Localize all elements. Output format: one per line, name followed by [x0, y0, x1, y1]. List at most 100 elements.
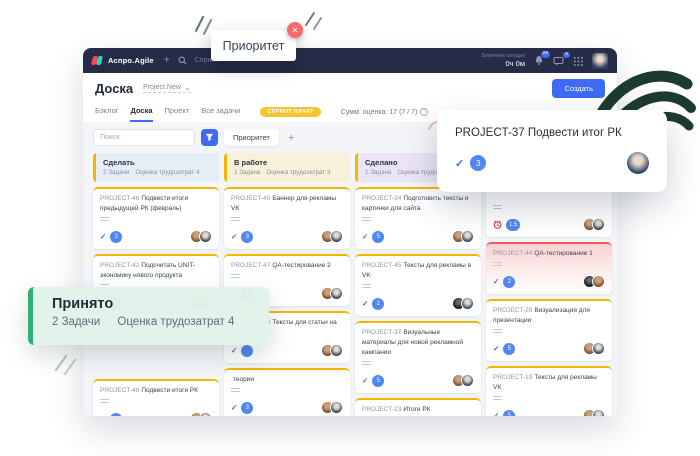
estimate-badge: 1.5 [506, 219, 520, 231]
app-logo[interactable]: Аспро.Agile [92, 55, 154, 66]
tab-backlog[interactable]: Бэклог [95, 106, 118, 122]
check-icon: ✓ [362, 232, 368, 241]
avatar [592, 275, 605, 288]
check-icon: ✓ [231, 403, 237, 412]
sprint-status-badge: СПРИНТ НАЧАТ [260, 107, 320, 117]
task-card[interactable]: PROJECT-23Итоги РК ✓ 5 [355, 398, 481, 416]
task-card[interactable]: теории ✓ 3 [224, 368, 350, 416]
top-navbar: Аспро.Agile + Спринт Затрачено сегодня 0… [83, 48, 617, 73]
check-icon: ✓ [362, 376, 368, 385]
description-icon [493, 329, 502, 334]
task-id: PROJECT-48 [100, 387, 139, 394]
avatar [330, 401, 343, 414]
task-id: PROJECT-23 [362, 406, 401, 413]
task-card[interactable]: PROJECT-19Тексты для рекламы VK ✓ 5 [486, 366, 612, 416]
estimate-badge: 5 [372, 231, 384, 243]
filter-button[interactable] [201, 129, 218, 146]
task-card-highlighted[interactable]: PROJECT-44QA-тестирование 1 ✓ 2 [486, 242, 612, 294]
description-icon [231, 274, 240, 279]
project-select-value: Project.New [143, 84, 181, 91]
funnel-icon [205, 133, 214, 142]
task-title: QA-тестирование 1 [534, 250, 592, 257]
accepted-title: Принято [52, 296, 269, 312]
column-header[interactable]: Сделать 2 ЗадачиОценка трудозатрат 4 [93, 153, 219, 182]
add-icon[interactable]: + [164, 55, 170, 66]
task-id: PROJECT-28 [493, 307, 532, 314]
estimate-badge: 3 [241, 402, 253, 414]
add-filter-icon[interactable]: + [288, 132, 294, 144]
estimate-badge: 3 [241, 231, 253, 243]
assignee-avatar [627, 152, 649, 174]
apps-grid-icon[interactable] [573, 56, 583, 66]
task-id: PROJECT-42 [100, 262, 139, 269]
search-input[interactable] [93, 129, 195, 146]
task-card[interactable]: PROJECT-46Подвести итоги предыдущей РК (… [93, 187, 219, 249]
tab-project[interactable]: Проект [165, 106, 190, 122]
description-icon [493, 262, 502, 267]
check-icon: ✓ [231, 346, 237, 355]
create-button[interactable]: Создать [552, 79, 605, 98]
avatar [199, 412, 212, 416]
notifications-bell-icon[interactable]: 26 [534, 55, 544, 66]
avatar [330, 230, 343, 243]
estimate-badge: 2 [503, 276, 515, 288]
description-icon [231, 388, 240, 393]
estimate-badge: 5 [372, 375, 384, 387]
tab-all-tasks[interactable]: Все задачи [201, 106, 240, 122]
close-icon[interactable]: ✕ [287, 22, 303, 38]
task-id: PROJECT-45 [362, 262, 401, 269]
estimate-badge: 2 [110, 413, 122, 416]
description-icon [362, 217, 371, 222]
description-icon [493, 396, 502, 401]
description-icon [362, 284, 371, 289]
task-card[interactable]: PROJECT-28Визуализация для презентации ✓… [486, 299, 612, 361]
popup-task-title: PROJECT-37 Подвести итог РК [455, 127, 649, 139]
task-card[interactable]: PROJECT-48Подвести итоги РК ✓ 2 [93, 379, 219, 416]
column-accepted: 1.5 PROJECT-44QA-тестирование 1 ✓ 2 PROJ… [486, 153, 612, 416]
user-avatar[interactable] [592, 53, 608, 69]
estimate-badge: 2 [110, 231, 122, 243]
task-card[interactable]: PROJECT-45Тексты для рекламы в VK ✓ 2 [355, 254, 481, 316]
messages-icon[interactable]: 5 [553, 56, 564, 66]
task-title: теории [233, 376, 254, 383]
estimate-badge: 5 [503, 410, 515, 416]
task-id: PROJECT-44 [493, 250, 532, 257]
priority-tooltip: Приоритет ✕ [211, 30, 296, 61]
check-icon: ✓ [100, 414, 106, 416]
avatar [461, 230, 474, 243]
search-icon[interactable] [178, 56, 187, 65]
bell-badge: 26 [541, 51, 550, 58]
avatar [592, 218, 605, 231]
estimate-badge: 2 [372, 298, 384, 310]
column-header[interactable]: В работе 1 ЗадачаОценка трудозатрат 3 [224, 153, 350, 182]
accepted-count: 2 Задачи [52, 316, 100, 328]
tab-board[interactable]: Доска [130, 106, 152, 122]
task-title: Тексты для статьи на [272, 319, 336, 326]
avatar [461, 374, 474, 387]
avatar [330, 287, 343, 300]
filter-chip-priority[interactable]: Приоритет [224, 129, 279, 146]
info-icon[interactable]: ? [420, 108, 428, 116]
task-card[interactable]: PROJECT-40Баннер для рекламы VK ✓ 3 [224, 187, 350, 249]
task-card[interactable]: PROJECT-37Визуальные материалы для новой… [355, 321, 481, 393]
avatar [330, 344, 343, 357]
sprint-summary: Сумм. оценка: 17 (7 / 7) [341, 109, 418, 116]
task-title: Подвести итоги РК [141, 387, 198, 394]
description-icon [100, 399, 109, 404]
check-icon: ✓ [100, 232, 106, 241]
description-icon [362, 361, 371, 366]
project-select[interactable]: Project.New ⌄ [143, 84, 190, 93]
column-todo: Сделать 2 ЗадачиОценка трудозатрат 4 PRO… [93, 153, 219, 416]
task-detail-popup[interactable]: PROJECT-37 Подвести итог РК ✓ 3 [437, 110, 667, 192]
task-title: QA-тестирование 2 [272, 262, 330, 269]
task-card[interactable]: PROJECT-34Подготовить тексты и картинки … [355, 187, 481, 249]
logo-text: Аспро.Agile [108, 56, 154, 65]
task-title: Итоги РК [403, 406, 430, 413]
logo-icon [92, 55, 104, 66]
description-icon [100, 217, 109, 222]
check-icon: ✓ [493, 344, 499, 353]
task-id: PROJECT-34 [362, 195, 401, 202]
priority-tooltip-text: Приоритет [223, 39, 285, 53]
estimate-badge [241, 345, 253, 357]
estimate-badge: 3 [470, 155, 486, 171]
